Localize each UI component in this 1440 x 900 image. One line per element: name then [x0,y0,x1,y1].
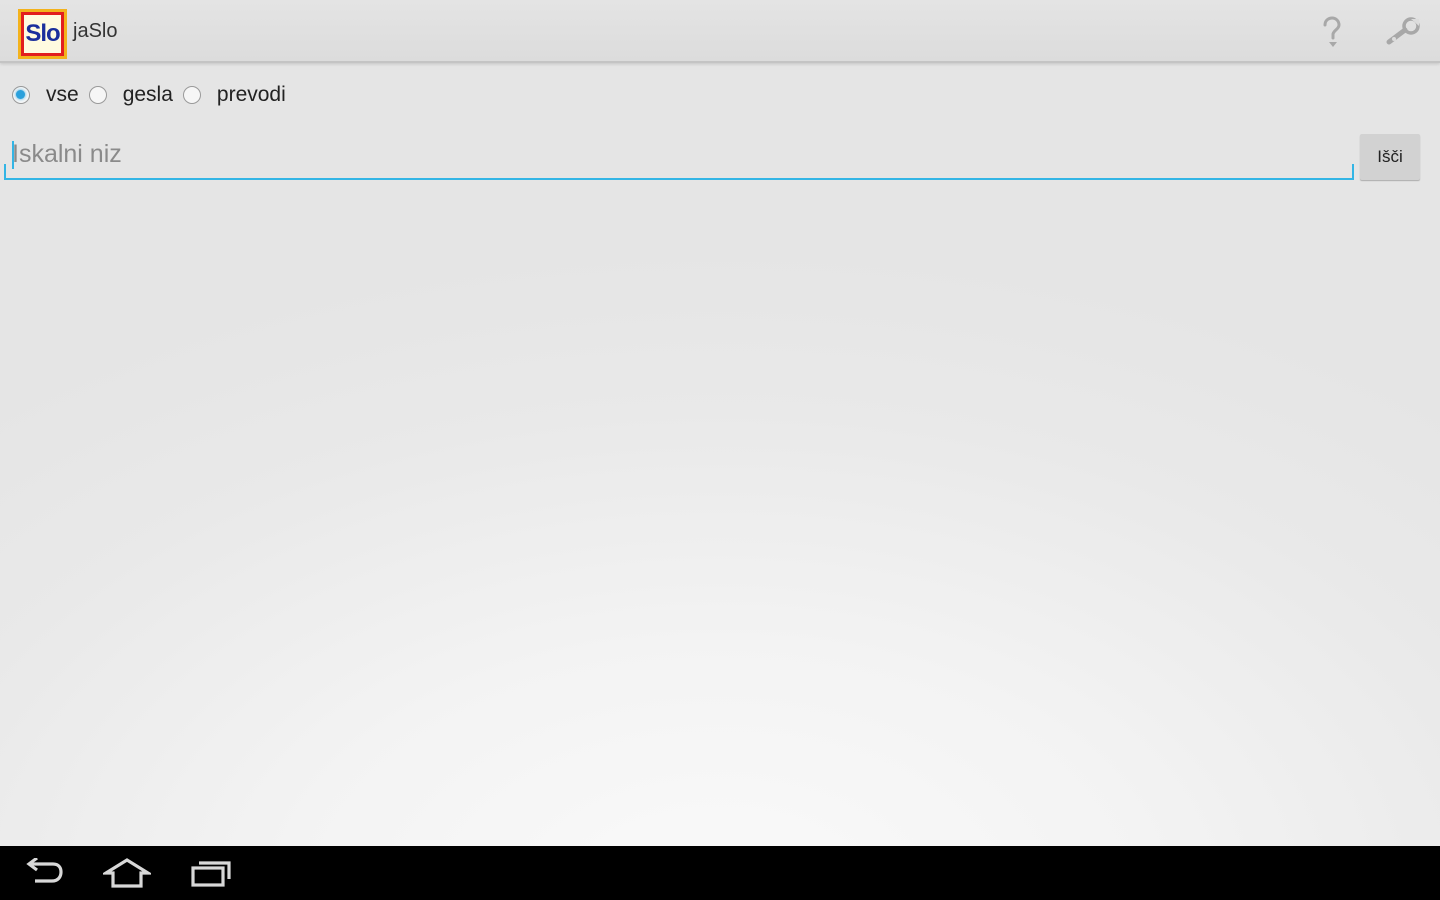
radio-label-gesla: gesla [122,83,173,106]
radio-selected-indicator[interactable] [12,86,30,104]
settings-icon[interactable] [1386,14,1422,50]
recent-apps-icon[interactable] [186,854,236,892]
radio-indicator[interactable] [182,86,201,104]
radio-indicator[interactable] [88,86,107,104]
search-button[interactable]: Išči [1360,134,1420,180]
home-icon[interactable] [100,854,154,892]
radio-gesla[interactable]: gesla [88,83,173,107]
filter-radio-group: vse gesla prevodi [12,78,296,112]
back-icon[interactable] [20,854,70,892]
radio-label-prevodi: prevodi [216,83,286,106]
app-logo-text: Slo [25,20,60,47]
input-right-edge [1352,164,1354,180]
system-navigation-bar [0,846,1440,900]
text-cursor [12,141,14,169]
search-input[interactable] [4,134,1354,180]
input-left-edge [4,164,6,180]
action-bar: Slo jaSlo [0,0,1440,63]
radio-label-vse: vse [46,83,79,106]
app-title: jaSlo [73,20,118,42]
radio-vse[interactable]: vse [12,83,79,107]
help-icon[interactable] [1314,14,1350,50]
radio-prevodi[interactable]: prevodi [182,83,286,107]
app-logo-icon[interactable]: Slo [18,9,67,59]
